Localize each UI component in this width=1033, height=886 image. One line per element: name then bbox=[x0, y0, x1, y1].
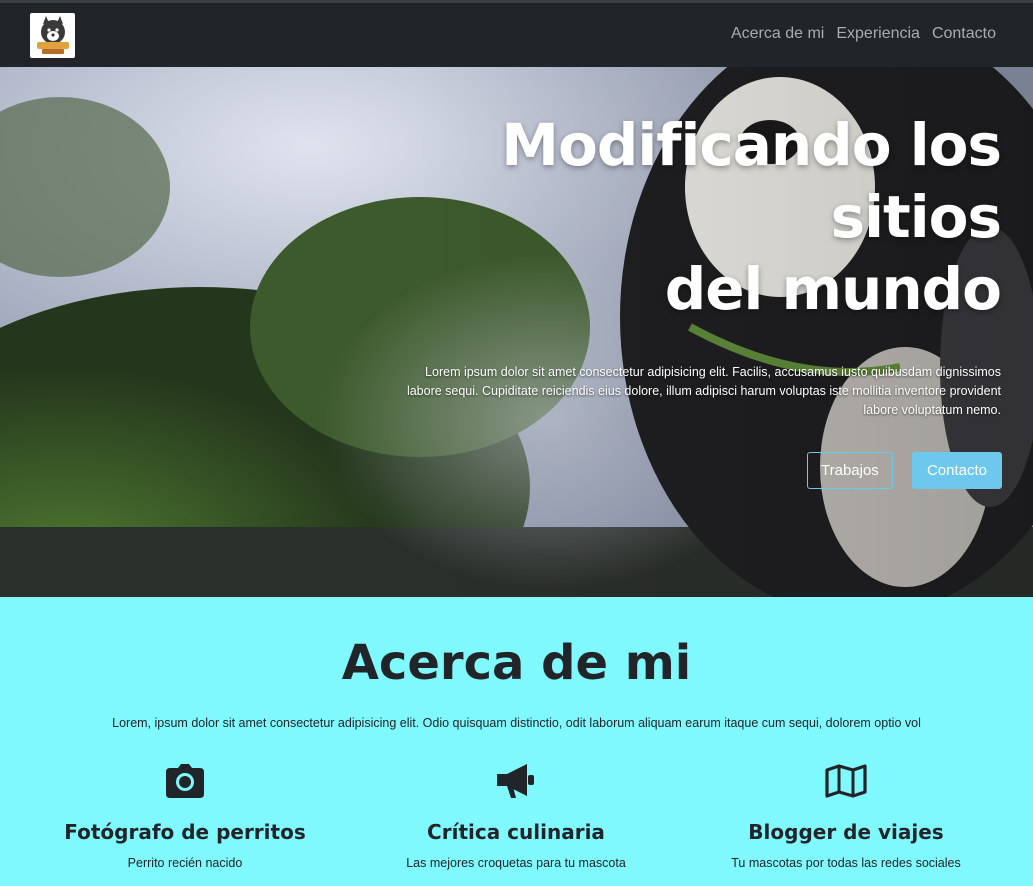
feature-title: Crítica culinaria bbox=[427, 820, 605, 844]
about-section: Acerca de mi Lorem, ipsum dolor sit amet… bbox=[0, 597, 1033, 886]
feature-description: Tu mascotas por todas las redes sociales bbox=[731, 856, 961, 870]
nav-link-about[interactable]: Acerca de mi bbox=[731, 25, 824, 43]
map-icon bbox=[676, 762, 1016, 800]
hero-description: Lorem ipsum dolor sit amet consectetur a… bbox=[406, 365, 1001, 417]
nav-link-contact[interactable]: Contacto bbox=[932, 25, 996, 43]
feature-blogger: Blogger de viajes Tu mascotas por todas … bbox=[676, 762, 1016, 870]
feature-title: Fotógrafo de perritos bbox=[64, 820, 306, 844]
feature-photographer: Fotógrafo de perritos Perrito recién nac… bbox=[15, 762, 355, 870]
nav-links: Acerca de mi Experiencia Contacto bbox=[731, 25, 996, 43]
about-description: Lorem, ipsum dolor sit amet consectetur … bbox=[112, 716, 921, 730]
hero-section: Modificando los sitios del mundo Lorem i… bbox=[0, 67, 1033, 597]
about-title: Acerca de mi bbox=[341, 635, 692, 691]
works-button[interactable]: Trabajos bbox=[807, 452, 893, 489]
navbar: Acerca de mi Experiencia Contacto bbox=[0, 0, 1033, 67]
hero-title: Modificando los sitios del mundo bbox=[481, 109, 1002, 325]
camera-icon bbox=[15, 762, 355, 800]
feature-description: Perrito recién nacido bbox=[127, 856, 243, 870]
feature-description: Las mejores croquetas para tu mascota bbox=[406, 856, 626, 870]
dog-logo-icon[interactable] bbox=[30, 13, 75, 58]
contact-button[interactable]: Contacto bbox=[912, 452, 1002, 489]
hero-title-line-2: sitios bbox=[830, 183, 1002, 251]
feature-title: Blogger de viajes bbox=[748, 820, 944, 844]
nav-link-experience[interactable]: Experiencia bbox=[836, 25, 920, 43]
hero-title-line-3: del mundo bbox=[664, 255, 1002, 323]
feature-critic: Crítica culinaria Las mejores croquetas … bbox=[346, 762, 686, 870]
megaphone-icon bbox=[346, 762, 686, 800]
hero-title-line-1: Modificando los bbox=[501, 111, 1002, 179]
